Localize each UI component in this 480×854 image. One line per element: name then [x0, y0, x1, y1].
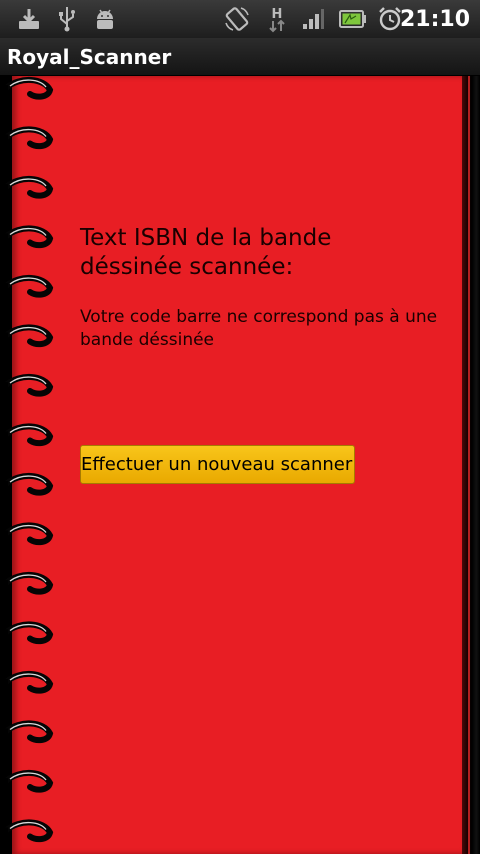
spiral-hole: [0, 431, 8, 439]
scan-error-message: Votre code barre ne correspond pas à une…: [80, 307, 438, 350]
spiral-hole: [0, 530, 8, 538]
spiral-hole: [0, 233, 8, 241]
app-title: Royal_Scanner: [7, 45, 172, 69]
spiral-ring: [3, 671, 54, 694]
spiral-ring: [3, 275, 54, 298]
download-icon: [16, 0, 42, 38]
svg-text:H: H: [272, 7, 283, 22]
spiral-binding: [0, 77, 54, 843]
spiral-hole: [0, 283, 8, 290]
notebook-right-edge: [462, 76, 480, 854]
spiral-ring: [3, 374, 54, 397]
rescan-button[interactable]: Effectuer un nouveau scanner: [80, 445, 355, 484]
spiral-hole: [0, 778, 8, 785]
spiral-hole: [0, 481, 8, 488]
spiral-ring: [3, 126, 54, 150]
spiral-hole: [0, 827, 8, 835]
spiral-ring: [3, 225, 54, 249]
spiral-hole: [0, 728, 8, 736]
spiral-ring: [3, 819, 54, 843]
spiral-hole: [0, 382, 8, 389]
spiral-ring: [3, 621, 54, 645]
spiral-hole: [0, 679, 8, 686]
spiral-ring: [3, 176, 54, 199]
spiral-ring: [3, 572, 54, 595]
spiral-hole: [0, 85, 8, 92]
spiral-ring: [3, 473, 54, 496]
spiral-ring: [3, 423, 54, 447]
signal-icon: [300, 0, 326, 38]
spiral-ring: [3, 522, 54, 546]
rotate-icon: [222, 0, 252, 38]
battery-icon: [338, 0, 368, 38]
spiral-hole: [0, 332, 8, 340]
notebook-right-line: [468, 76, 470, 854]
spiral-hole: [0, 134, 8, 142]
android-debug-icon: [92, 0, 118, 38]
status-bar: H 21:10: [0, 0, 480, 38]
spiral-ring: [3, 77, 54, 100]
status-clock: 21:10: [399, 6, 470, 32]
spiral-hole: [0, 629, 8, 637]
hspa-data-icon: H: [266, 0, 288, 38]
notebook-background: Text ISBN de la bande déssinée scannée: …: [0, 76, 480, 854]
spiral-ring: [3, 720, 54, 744]
spiral-ring: [3, 770, 54, 793]
isbn-heading: Text ISBN de la bande déssinée scannée:: [80, 225, 332, 280]
usb-icon: [54, 0, 80, 38]
app-title-bar: Royal_Scanner: [0, 38, 480, 76]
spiral-ring: [3, 324, 54, 348]
spiral-hole: [0, 184, 8, 191]
spiral-hole: [0, 580, 8, 587]
